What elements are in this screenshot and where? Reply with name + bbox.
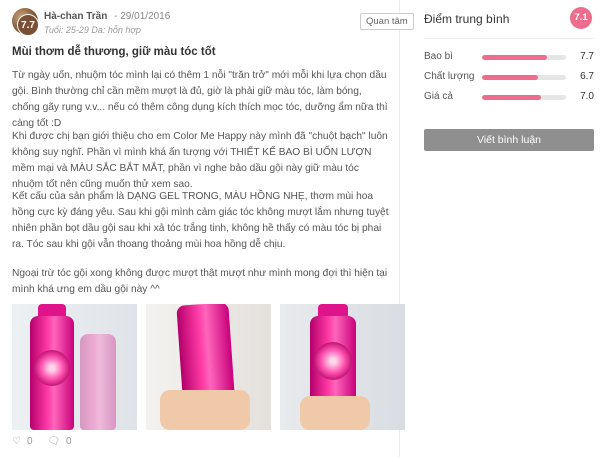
rating-label: Chất lượng	[424, 71, 475, 82]
review-actions: ♡ 0 🗨︎ 0	[12, 436, 84, 447]
review-paragraph: Kết cấu của sản phẩm là DẠNG GEL TRONG, …	[12, 191, 389, 250]
review-paragraph: Từ ngày uốn, nhuộm tóc mình lại có thêm …	[12, 70, 388, 129]
review-paragraph: Ngoại trừ tóc gội xong không được mượt t…	[12, 268, 388, 295]
comment-count: 0	[66, 436, 72, 447]
average-title: Điểm trung bình	[424, 12, 510, 26]
speech-bubble-icon[interactable]: 🗨︎	[47, 436, 60, 447]
average-score-badge: 7.1	[570, 7, 592, 29]
user-meta: Tuổi: 25-29 Da: hỗn hợp	[44, 25, 141, 35]
review-paragraph: Khi được chị bạn giới thiệu cho em Color…	[12, 131, 388, 190]
review-date: - 29/01/2016	[114, 11, 171, 22]
write-review-button[interactable]: Viết bình luận	[424, 129, 594, 151]
rating-row-packaging: Bao bì 7.7	[424, 51, 594, 65]
rating-value: 6.7	[580, 71, 594, 82]
rating-value: 7.0	[580, 91, 594, 102]
rating-bar	[482, 95, 566, 100]
product-front-photo[interactable]	[12, 304, 137, 430]
product-back-photo[interactable]	[146, 304, 271, 430]
rating-summary: Điểm trung bình 7.1 Bao bì 7.7 Chất lượn…	[412, 0, 600, 457]
review-card: 7.7 Hà-chan Trần - 29/01/2016 Tuổi: 25-2…	[0, 0, 414, 457]
product-hand-photo[interactable]	[280, 304, 405, 430]
user-line: Hà-chan Trần - 29/01/2016	[44, 11, 170, 22]
review-title: Mùi thơm dễ thương, giữ màu tóc tốt	[12, 46, 216, 58]
rating-label: Giá cả	[424, 91, 453, 102]
user-score-badge: 7.7	[17, 14, 39, 36]
rating-bar	[482, 55, 566, 60]
user-name[interactable]: Hà-chan Trần	[44, 11, 107, 22]
rating-row-price: Giá cả 7.0	[424, 91, 594, 105]
rating-bar	[482, 75, 566, 80]
rating-row-quality: Chất lượng 6.7	[424, 71, 594, 85]
heart-icon[interactable]: ♡	[12, 436, 21, 447]
follow-button[interactable]: Quan tâm	[360, 13, 414, 30]
rating-label: Bao bì	[424, 51, 453, 62]
rating-value: 7.7	[580, 51, 594, 62]
divider	[424, 38, 594, 39]
like-count: 0	[26, 436, 33, 447]
